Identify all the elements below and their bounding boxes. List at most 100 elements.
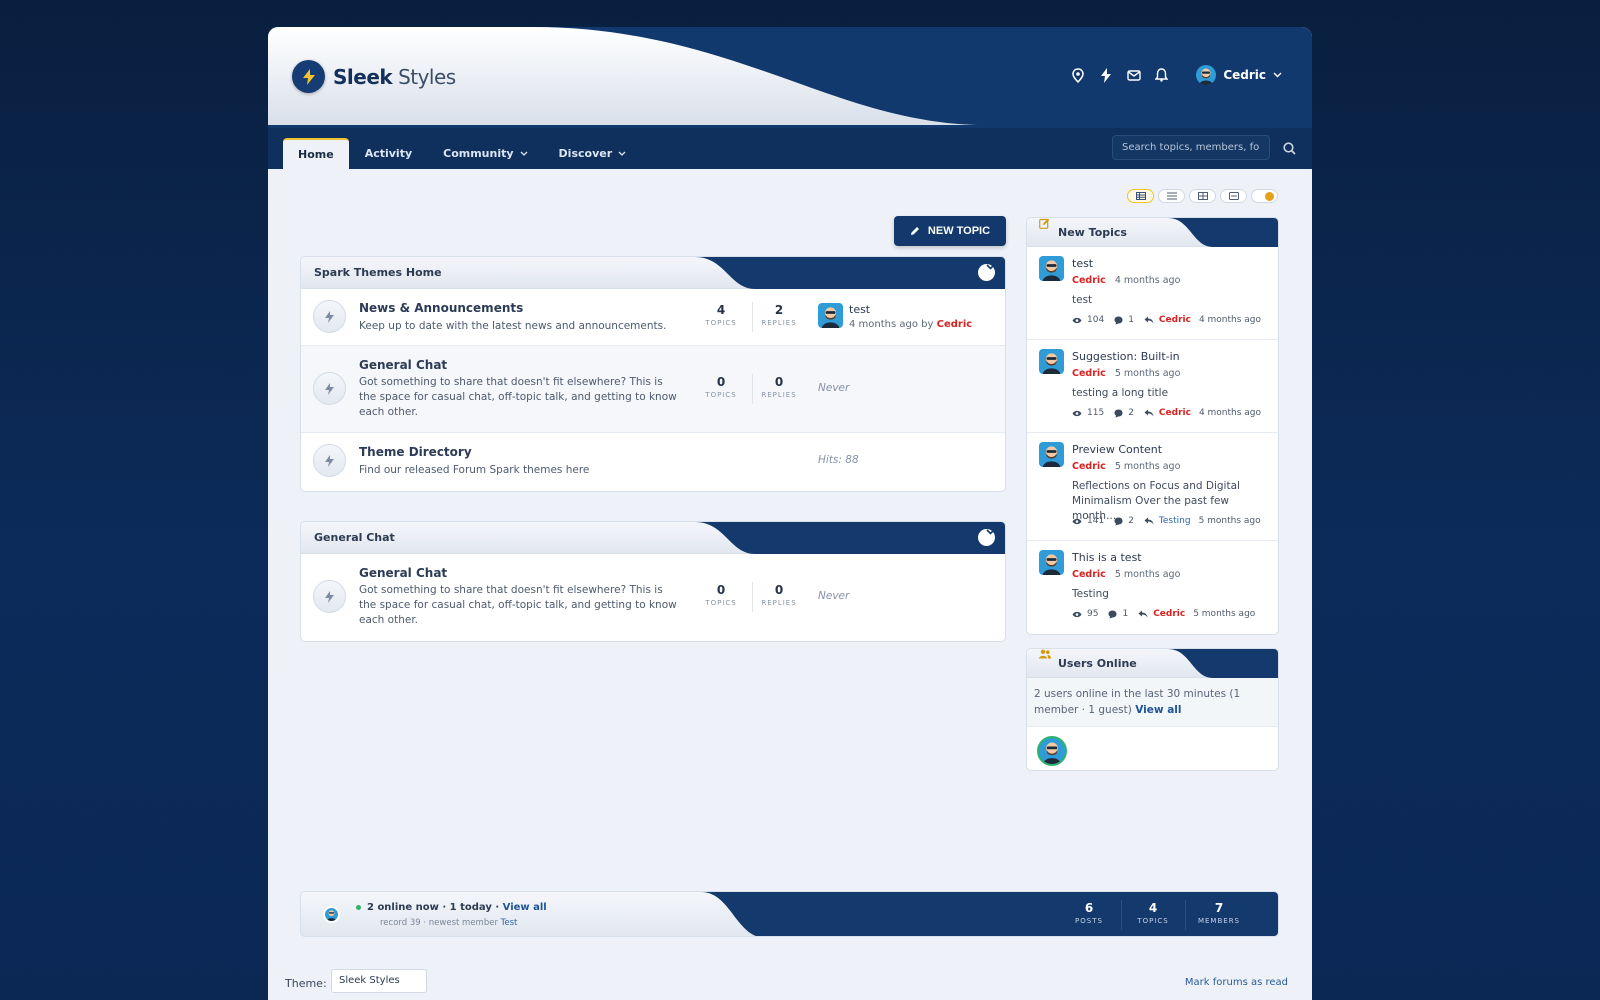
topic-title[interactable]: Preview Content — [1072, 443, 1162, 456]
comment-icon — [1108, 610, 1117, 618]
site-logo[interactable]: Sleek Styles — [292, 60, 456, 93]
last-post-never: Never — [818, 590, 850, 602]
mark-forums-read-link[interactable]: Mark forums as read — [1185, 977, 1288, 988]
replies-stat: 2 REPLIES — [761, 303, 797, 327]
newest-member-link[interactable]: Test — [501, 918, 518, 928]
toggle-knob — [1265, 191, 1274, 201]
divider — [752, 374, 753, 404]
avatar — [818, 303, 843, 328]
lightning-icon — [313, 372, 346, 405]
lightning-logo-icon — [292, 60, 325, 93]
reply-icon — [1138, 610, 1148, 618]
topics-stat: 0 TOPICS — [705, 583, 737, 607]
replies-stat: 0 REPLIES — [761, 375, 797, 399]
topic-author[interactable]: Cedric — [1072, 368, 1106, 379]
chevron-down-icon — [986, 529, 995, 535]
list-icon — [1166, 192, 1177, 200]
edit-icon — [1039, 218, 1050, 229]
forum-title[interactable]: News & Announcements — [359, 301, 523, 315]
forum-title[interactable]: General Chat — [359, 358, 447, 372]
widget-header-swoosh — [1168, 649, 1278, 678]
new-topic-item[interactable]: This is a test Cedric 5 months ago Testi… — [1027, 541, 1278, 634]
topic-time: 5 months ago — [1114, 461, 1181, 472]
avatar — [1039, 349, 1064, 374]
tab-discover[interactable]: Discover — [544, 138, 642, 169]
users-online-widget: Users Online 2 users online in the last … — [1026, 648, 1279, 771]
topic-excerpt: testing a long title — [1072, 387, 1169, 399]
comment-icon — [1114, 517, 1123, 525]
forum-title[interactable]: General Chat — [359, 566, 447, 580]
users-online-summary: 2 users online in the last 30 minutes (1… — [1027, 678, 1278, 727]
collapse-button[interactable] — [978, 529, 995, 546]
view-all-link[interactable]: View all — [503, 902, 547, 913]
category-general-chat: General Chat General Chat Got something … — [300, 521, 1006, 642]
category-header: Spark Themes Home — [301, 257, 1005, 289]
forum-description: Find our released Forum Spark themes her… — [359, 464, 590, 476]
tab-activity[interactable]: Activity — [350, 138, 427, 169]
view-grid-toggle[interactable] — [1189, 189, 1216, 203]
topic-stats: 141 2 Testing 5 months ago — [1072, 516, 1261, 526]
new-topic-item[interactable]: Preview Content Cedric 5 months ago Refl… — [1027, 433, 1278, 541]
new-topic-item[interactable]: Suggestion: Built-in Cedric 5 months ago… — [1027, 340, 1278, 433]
last-post-time: 4 months ago by — [849, 319, 934, 330]
search-input[interactable] — [1112, 135, 1270, 160]
chevron-down-icon — [520, 151, 528, 156]
topic-excerpt: Testing — [1072, 588, 1109, 600]
topic-title[interactable]: Suggestion: Built-in — [1072, 350, 1180, 363]
avatar — [1039, 550, 1064, 575]
mail-icon[interactable] — [1126, 68, 1141, 83]
search-icon[interactable] — [1283, 140, 1296, 159]
topic-title[interactable]: test — [1072, 257, 1093, 270]
collapse-button[interactable] — [978, 264, 995, 281]
topic-stats: 104 1 Cedric 4 months ago — [1072, 315, 1261, 325]
members-stat: 7 MEMBERS — [1197, 901, 1241, 925]
topic-author[interactable]: Cedric — [1072, 569, 1106, 580]
view-all-link[interactable]: View all — [1135, 704, 1181, 716]
forum-row[interactable]: General Chat Got something to share that… — [301, 554, 1005, 641]
site-header: Sleek Styles Cedric — [268, 27, 1312, 128]
online-now-summary: 2 online now · 1 today · View all — [356, 902, 547, 913]
last-post-title[interactable]: test — [849, 303, 972, 316]
site-name: Sleek Styles — [333, 64, 456, 89]
user-menu[interactable]: Cedric — [1196, 65, 1282, 85]
forum-title[interactable]: Theme Directory — [359, 445, 472, 459]
widget-header: Users Online — [1027, 649, 1278, 678]
new-topic-item[interactable]: test Cedric 4 months ago test 104 1 Cedr… — [1027, 247, 1278, 340]
widget-title: New Topics — [1058, 226, 1127, 239]
online-dot — [356, 905, 361, 910]
hits-count: Hits: 88 — [818, 454, 859, 466]
forum-row[interactable]: General Chat Got something to share that… — [301, 346, 1005, 433]
tab-home[interactable]: Home — [283, 138, 349, 169]
tab-community[interactable]: Community — [428, 138, 542, 169]
view-list-toggle[interactable] — [1158, 189, 1185, 203]
new-topic-button[interactable]: NEW TOPIC — [894, 216, 1006, 246]
last-post[interactable]: test 4 months ago by Cedric — [818, 303, 972, 330]
page: Sleek Styles Cedric Home Activity Commun… — [268, 27, 1312, 1000]
card-icon — [1228, 192, 1239, 200]
avatar[interactable] — [1037, 736, 1067, 766]
theme-select[interactable]: Sleek Styles — [331, 969, 427, 993]
comment-icon — [1114, 316, 1123, 324]
forum-row[interactable]: News & Announcements Keep up to date wit… — [301, 289, 1005, 346]
view-compact-toggle[interactable] — [1127, 189, 1154, 203]
category-header-swoosh — [695, 257, 1005, 289]
reply-icon — [1144, 517, 1154, 525]
widget-header: New Topics — [1027, 218, 1278, 247]
topic-author[interactable]: Cedric — [1072, 461, 1106, 472]
view-card-toggle[interactable] — [1220, 189, 1247, 203]
divider — [752, 302, 753, 332]
category-header: General Chat — [301, 522, 1005, 554]
avatar — [1039, 256, 1064, 281]
map-pin-icon[interactable] — [1070, 67, 1085, 83]
topic-author[interactable]: Cedric — [1072, 275, 1106, 286]
theme-mode-toggle[interactable] — [1251, 189, 1278, 203]
lightning-icon[interactable] — [1098, 67, 1113, 83]
last-post-user[interactable]: Cedric — [937, 319, 973, 330]
forum-row[interactable]: Theme Directory Find our released Forum … — [301, 433, 1005, 490]
pencil-icon — [910, 227, 919, 235]
theme-label: Theme: — [285, 977, 327, 990]
new-topics-widget: New Topics test Cedric 4 months ago test… — [1026, 217, 1279, 635]
chevron-down-icon — [1273, 72, 1282, 78]
topic-title[interactable]: This is a test — [1072, 551, 1142, 564]
bell-icon[interactable] — [1154, 68, 1169, 83]
